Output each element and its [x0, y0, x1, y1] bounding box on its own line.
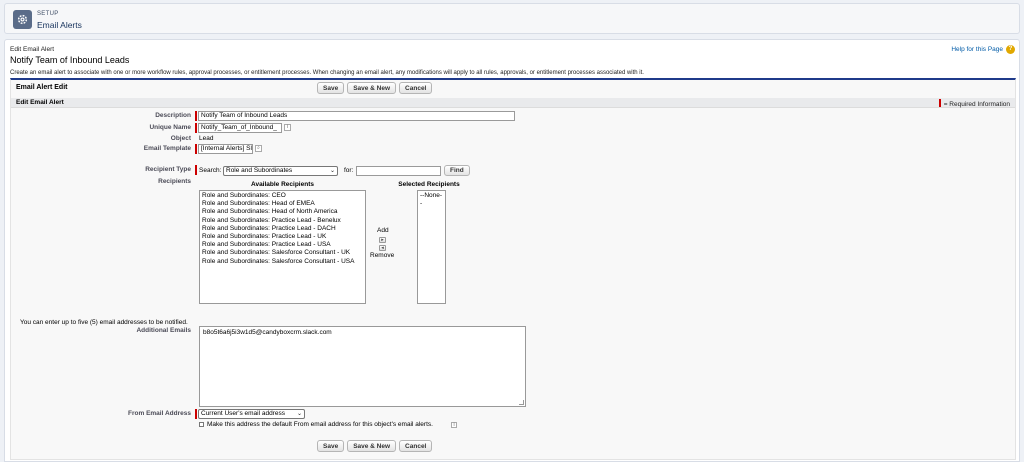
available-recipients-list[interactable]: Role and Subordinates: CEO Role and Subo… — [199, 190, 366, 304]
remove-label: Remove — [370, 252, 395, 259]
add-arrow-button[interactable]: ▸ — [379, 237, 386, 243]
cancel-button[interactable]: Cancel — [399, 82, 433, 94]
recipient-type-label: Recipient Type — [145, 166, 191, 173]
save-button[interactable]: Save — [317, 82, 345, 94]
available-recipients-header: Available Recipients — [251, 181, 314, 188]
list-item[interactable]: Role and Subordinates: Head of EMEA — [202, 200, 363, 208]
add-label: Add — [377, 227, 389, 234]
save-new-button[interactable]: Save & New — [347, 82, 397, 94]
save-button[interactable]: Save — [317, 440, 345, 452]
find-button[interactable]: Find — [444, 165, 470, 176]
section-header: Edit Email Alert = Required Information — [11, 98, 1015, 108]
bottom-button-row: Save Save & New Cancel — [317, 440, 433, 452]
search-label: Search: — [199, 167, 222, 174]
required-legend: = Required Information — [938, 99, 1010, 108]
lookup-icon[interactable]: ⌕ — [255, 145, 262, 152]
setup-gear-icon — [13, 10, 32, 29]
required-marker — [938, 99, 941, 107]
chevron-down-icon: ⌄ — [329, 168, 335, 174]
setup-page-title: Email Alerts — [37, 20, 82, 30]
edit-block: Email Alert Edit Save Save & New Cancel … — [10, 78, 1016, 460]
additional-emails-value: b8o5t6a6j5i3w1d5@candyboxcrm.slack.com — [203, 329, 332, 336]
info-icon[interactable]: i — [451, 422, 457, 428]
page-description: Create an email alert to associate with … — [10, 70, 644, 76]
block-title: Email Alert Edit — [16, 84, 68, 91]
for-label: for: — [344, 167, 354, 174]
main-panel: Edit Email Alert Notify Team of Inbound … — [4, 39, 1020, 462]
list-item[interactable]: Role and Subordinates: Practice Lead - U… — [202, 233, 363, 241]
list-item[interactable]: Role and Subordinates: Practice Lead - B… — [202, 217, 363, 225]
list-item[interactable]: --None-- — [420, 192, 443, 208]
help-icon[interactable]: ? — [1006, 45, 1015, 54]
description-field[interactable]: Notify Team of Inbound Leads — [198, 111, 515, 121]
email-limit-note: You can enter up to five (5) email addre… — [20, 319, 188, 326]
selected-recipients-header: Selected Recipients — [398, 181, 460, 188]
save-new-button[interactable]: Save & New — [347, 440, 397, 452]
breadcrumb: Edit Email Alert — [10, 46, 55, 53]
remove-arrow-button[interactable]: ◂ — [379, 245, 386, 251]
additional-emails-label: Additional Emails — [136, 327, 191, 334]
from-email-select[interactable]: Current User's email address ⌄ — [198, 409, 305, 419]
section-title: Edit Email Alert — [16, 99, 64, 106]
object-value: Lead — [199, 135, 214, 142]
email-template-label: Email Template — [143, 145, 191, 152]
help-link[interactable]: Help for this Page — [951, 46, 1003, 53]
from-email-select-value: Current User's email address — [201, 410, 285, 417]
recipient-type-required-marker — [195, 165, 197, 175]
list-item[interactable]: Role and Subordinates: Practice Lead - U… — [202, 241, 363, 249]
default-from-checkbox[interactable] — [199, 422, 204, 427]
unique-name-label: Unique Name — [149, 124, 191, 131]
additional-emails-textarea[interactable]: b8o5t6a6j5i3w1d5@candyboxcrm.slack.com — [199, 326, 526, 407]
resize-handle-icon[interactable] — [519, 400, 524, 405]
default-from-checkbox-label: Make this address the default From email… — [207, 421, 433, 428]
cancel-button[interactable]: Cancel — [399, 440, 433, 452]
email-template-required-marker — [195, 144, 197, 154]
page-title: Notify Team of Inbound Leads — [10, 55, 130, 65]
recipient-type-select[interactable]: Role and Subordinates ⌄ — [223, 166, 338, 176]
from-email-label: From Email Address — [128, 410, 191, 417]
required-legend-text: = Required Information — [943, 101, 1010, 108]
setup-header: SETUP Email Alerts — [4, 3, 1020, 34]
setup-label: SETUP — [37, 11, 59, 17]
from-email-required-marker — [195, 409, 197, 419]
list-item[interactable]: Role and Subordinates: Salesforce Consul… — [202, 258, 363, 266]
object-label: Object — [170, 135, 191, 142]
chevron-down-icon: ⌄ — [296, 411, 302, 417]
selected-recipients-list[interactable]: --None-- — [417, 190, 446, 304]
unique-name-required-marker — [195, 123, 197, 133]
recipient-type-select-value: Role and Subordinates — [226, 167, 293, 174]
description-required-marker — [195, 111, 197, 121]
description-label: Description — [155, 112, 191, 119]
top-button-row: Save Save & New Cancel — [317, 82, 433, 94]
recipients-label: Recipients — [158, 178, 191, 185]
recipient-search-input[interactable] — [356, 166, 441, 176]
info-icon[interactable]: i — [284, 124, 291, 131]
list-item[interactable]: Role and Subordinates: Practice Lead - D… — [202, 225, 363, 233]
list-item[interactable]: Role and Subordinates: Head of North Ame… — [202, 208, 363, 216]
list-item[interactable]: Role and Subordinates: Salesforce Consul… — [202, 249, 363, 257]
list-item[interactable]: Role and Subordinates: CEO — [202, 192, 363, 200]
unique-name-field[interactable]: Notify_Team_of_Inbound_ — [198, 123, 282, 133]
email-template-field[interactable]: [Internal Alerts] Slack - Ne — [198, 144, 253, 154]
